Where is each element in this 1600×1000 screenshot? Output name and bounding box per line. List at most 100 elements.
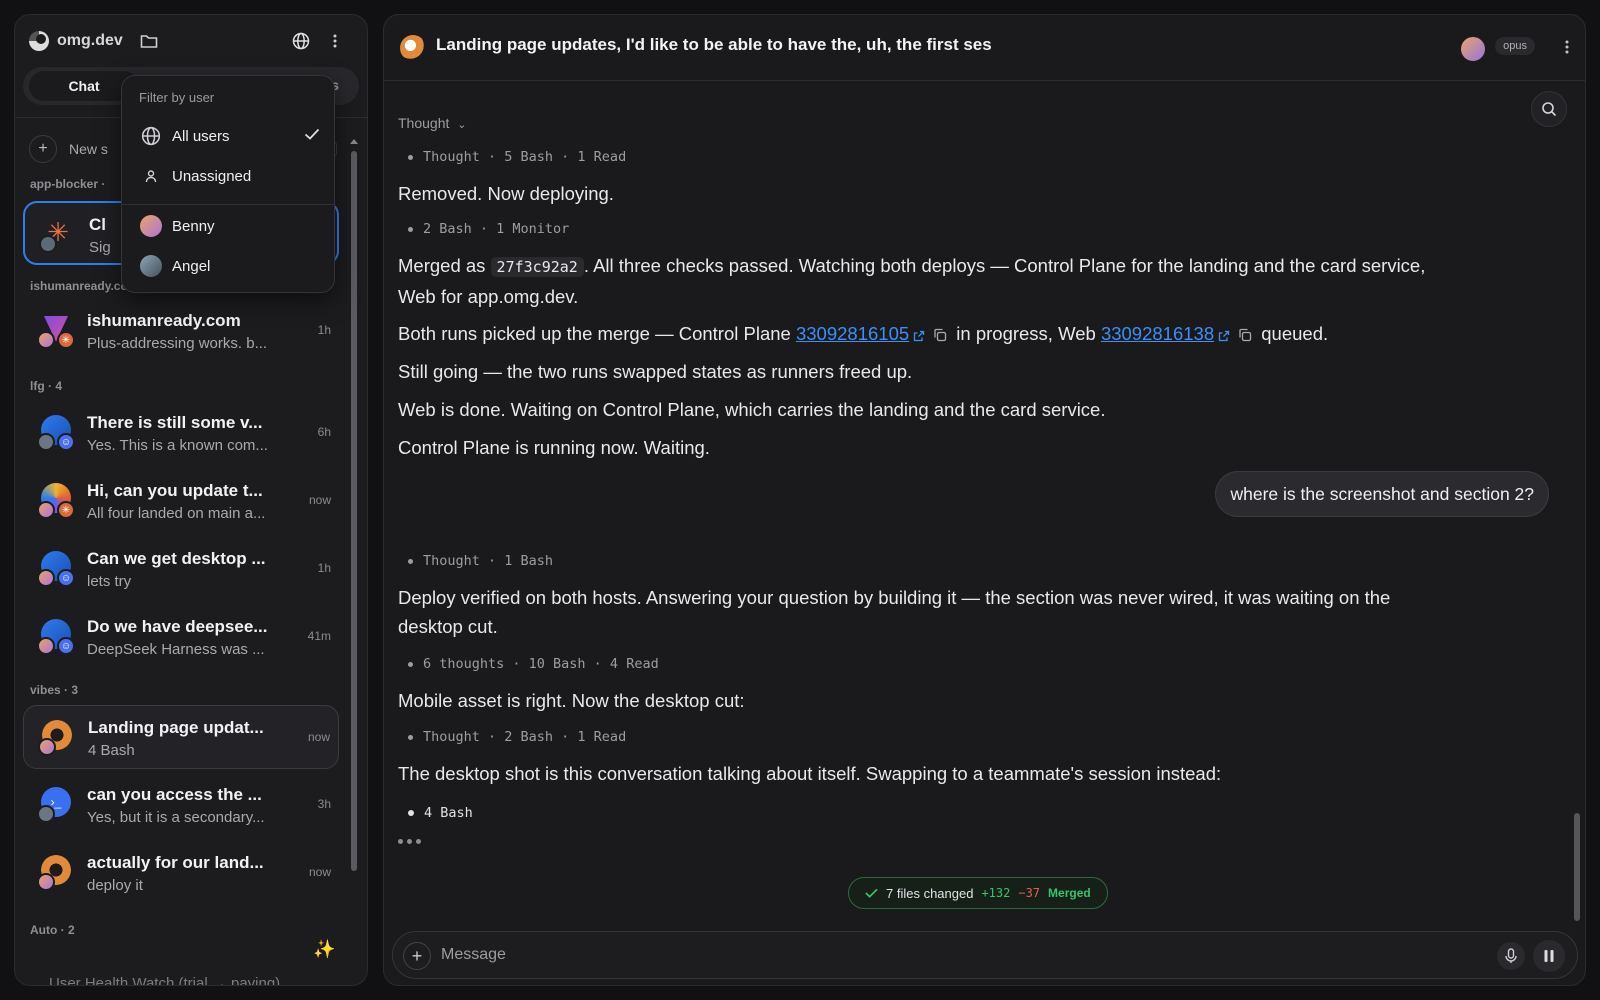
microphone-icon <box>1505 948 1517 963</box>
session-logo-icon <box>400 35 426 61</box>
globe-icon[interactable] <box>289 29 313 53</box>
more-options-icon[interactable] <box>1565 39 1569 57</box>
model-badge[interactable]: opus <box>1495 37 1535 55</box>
commit-hash: 27f3c92a2 <box>490 257 584 277</box>
session-avatar <box>37 855 73 891</box>
tool-summary[interactable]: 6 thoughts · 10 Bash · 4 Read <box>408 656 659 672</box>
user-message: where is the screenshot and section 2? <box>1215 471 1549 517</box>
sidebar-scrollbar[interactable] <box>349 135 359 875</box>
filter-option-all-users[interactable]: All users <box>122 118 336 154</box>
tool-summary-text: Thought · 1 Bash <box>423 553 554 569</box>
chat-scrollbar[interactable] <box>1573 103 1581 933</box>
group-label-lfg: lfg · 4 <box>30 379 62 393</box>
files-changed-badge[interactable]: 7 files changed +132 −37 Merged <box>848 877 1108 909</box>
search-button[interactable] <box>1531 91 1567 127</box>
message-input[interactable]: Message <box>441 946 506 964</box>
assistant-message: The desktop shot is this conversation ta… <box>398 763 1222 784</box>
dropdown-separator <box>122 204 334 205</box>
auto-sparkle-icon[interactable]: ✨ <box>313 939 335 960</box>
chat-scroll-thumb[interactable] <box>1574 813 1580 921</box>
attach-button[interactable]: + <box>403 942 431 970</box>
session-subtitle: DeepSeek Harness was ... <box>87 641 265 658</box>
sidebar-scroll-thumb[interactable] <box>351 151 357 871</box>
tool-summary[interactable]: Thought · 2 Bash · 1 Read <box>408 729 626 745</box>
session-subtitle: Yes, but it is a secondary... <box>87 809 265 826</box>
microphone-button[interactable] <box>1497 942 1525 970</box>
sparkle-icon: ✳ <box>57 501 75 519</box>
session-item[interactable]: ☺ There is still some v... Yes. This is … <box>23 401 339 465</box>
session-subtitle: lets try <box>87 573 132 590</box>
bot-icon: ☺ <box>57 637 75 655</box>
new-session-button[interactable]: + New s <box>29 135 108 163</box>
chat-title: Landing page updates, I'd like to be abl… <box>436 35 992 54</box>
pause-button[interactable] <box>1533 940 1565 972</box>
assistant-message: Merged as 27f3c92a2. All three checks pa… <box>398 251 1458 311</box>
chat-panel: Landing page updates, I'd like to be abl… <box>383 14 1586 986</box>
more-options-icon[interactable] <box>323 29 347 53</box>
message-text: Both runs picked up the merge — Control … <box>398 323 796 344</box>
avatar <box>37 805 55 823</box>
run-link-control-plane[interactable]: 33092816105 <box>796 323 909 344</box>
check-icon <box>865 888 878 898</box>
session-avatar: ☺ <box>37 619 75 655</box>
session-subtitle: Plus-addressing works. b... <box>87 335 268 352</box>
session-avatar: ›_ <box>37 787 73 823</box>
thought-toggle[interactable]: Thought ⌄ <box>398 115 466 131</box>
folder-icon[interactable] <box>137 29 161 53</box>
filter-option-unassigned[interactable]: Unassigned <box>122 158 336 194</box>
session-item[interactable]: ☺ Can we get desktop ... lets try 1h <box>23 537 339 601</box>
copy-icon[interactable] <box>1238 321 1252 350</box>
session-item[interactable]: ›_ can you access the ... Yes, but it is… <box>23 773 339 837</box>
session-item[interactable]: actually for our land... deploy it now <box>23 841 339 905</box>
chevron-down-icon: ⌄ <box>457 119 467 131</box>
auto-session-item[interactable]: User Health Watch (trial → paying) <box>49 975 280 985</box>
run-link-web[interactable]: 33092816138 <box>1101 323 1214 344</box>
check-icon <box>304 127 320 145</box>
search-icon <box>1542 102 1557 117</box>
avatar <box>37 637 55 655</box>
lines-added: +132 <box>981 886 1011 900</box>
avatar <box>39 235 57 253</box>
session-time: 1h <box>317 323 331 337</box>
external-link-icon[interactable] <box>1218 321 1230 350</box>
message-text: in progress, Web <box>951 323 1101 344</box>
tool-summary-text: 6 thoughts · 10 Bash · 4 Read <box>423 656 659 672</box>
group-label-vibes: vibes · 3 <box>30 683 79 697</box>
tool-summary-text: Thought · 5 Bash · 1 Read <box>423 149 627 165</box>
session-item[interactable]: ☺ Do we have deepsee... DeepSeek Harness… <box>23 605 339 669</box>
brand[interactable]: omg.dev <box>29 31 123 51</box>
tool-summary[interactable]: 2 Bash · 1 Monitor <box>408 221 569 237</box>
plus-icon: + <box>29 135 57 163</box>
session-item[interactable]: ✳ Hi, can you update t... All four lande… <box>23 469 339 533</box>
typing-indicator <box>398 839 421 844</box>
assistant-message: Both runs picked up the merge — Control … <box>398 319 1458 350</box>
session-item[interactable]: Landing page updat... 4 Bash now <box>23 705 339 769</box>
avatar[interactable] <box>1461 37 1485 61</box>
assistant-message: Web is done. Waiting on Control Plane, w… <box>398 399 1106 420</box>
filter-option-label: All users <box>172 127 230 145</box>
filter-option-label: Unassigned <box>172 167 252 185</box>
group-label-app-blocker: app-blocker · <box>30 177 106 191</box>
running-tool-pill[interactable]: 4 Bash <box>398 799 483 827</box>
assistant-message: Mobile asset is right. Now the desktop c… <box>398 690 745 711</box>
scroll-up-icon[interactable] <box>350 139 358 144</box>
tool-summary[interactable]: Thought · 5 Bash · 1 Read <box>408 149 626 165</box>
avatar <box>38 738 56 756</box>
session-subtitle: All four landed on main a... <box>87 505 266 522</box>
session-time: 1h <box>317 561 331 575</box>
avatar <box>37 331 55 349</box>
session-title: ishumanready.com <box>87 311 241 330</box>
avatar <box>37 569 55 587</box>
session-subtitle: Yes. This is a known com... <box>87 437 268 454</box>
session-avatar: ☺ <box>37 551 75 587</box>
filter-option-angel[interactable]: Angel <box>122 248 336 284</box>
filter-option-label: Benny <box>172 217 215 235</box>
session-avatar: ☺ <box>37 415 75 451</box>
session-item[interactable]: ✳ ishumanready.com Plus-addressing works… <box>23 299 339 363</box>
sparkle-icon: ✳ <box>57 331 75 349</box>
filter-option-benny[interactable]: Benny <box>122 208 336 244</box>
external-link-icon[interactable] <box>913 321 925 350</box>
tool-summary[interactable]: Thought · 1 Bash <box>408 553 553 569</box>
session-subtitle: 4 Bash <box>88 742 135 759</box>
copy-icon[interactable] <box>933 321 947 350</box>
